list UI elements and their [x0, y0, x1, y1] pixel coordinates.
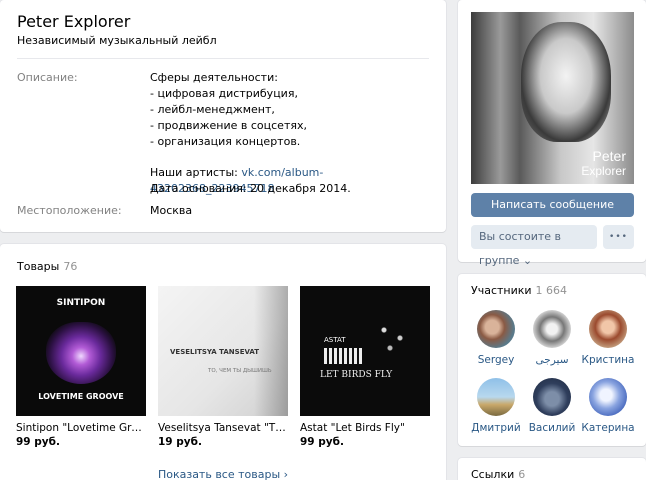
member-item[interactable]: Дмитрий: [468, 378, 524, 434]
cover-subtitle: ТО, ЧЕМ ТЫ ДЫШИШЬ: [208, 368, 272, 374]
product-price: 99 руб.: [300, 436, 344, 448]
description-line: - организация концертов.: [150, 135, 301, 148]
piano-keys-graphic: [324, 348, 362, 364]
description-line: - продвижение в соцсетях,: [150, 119, 307, 132]
avatar[interactable]: [533, 378, 571, 416]
avatar[interactable]: [533, 310, 571, 348]
member-item[interactable]: Sergey: [468, 310, 524, 366]
location-label: Местоположение:: [17, 204, 122, 217]
product-cover[interactable]: SINTIPON LOVETIME GROOVE: [16, 286, 146, 416]
links-card: Ссылки 6: [458, 458, 646, 480]
product-price: 99 руб.: [16, 436, 60, 448]
avatar[interactable]: [477, 310, 515, 348]
member-name[interactable]: Кристина: [580, 354, 636, 366]
avatar[interactable]: [477, 378, 515, 416]
member-item[interactable]: سیرجی: [524, 310, 580, 366]
cover-subtitle: LOVETIME GROOVE: [38, 392, 124, 401]
avatar-caption-peter: Peter: [592, 148, 626, 164]
product-name[interactable]: Sintipon "Lovetime Groove": [16, 422, 146, 434]
location-value: Москва: [150, 204, 193, 217]
product-item[interactable]: SINTIPON LOVETIME GROOVE Sintipon "Lovet…: [16, 286, 146, 448]
members-title: Участники: [471, 284, 532, 297]
description-label: Описание:: [17, 71, 78, 84]
cover-shade: [254, 286, 288, 416]
member-name[interactable]: Василий: [524, 422, 580, 434]
show-all-products-link[interactable]: Показать все товары ›: [0, 468, 446, 480]
group-name: Peter Explorer: [17, 12, 131, 31]
founded-date: Дата основания: 20 декабря 2014.: [150, 182, 351, 195]
product-cover[interactable]: VESELITSYA TANSEVAT ТО, ЧЕМ ТЫ ДЫШИШЬ: [158, 286, 288, 416]
description-line: Сферы деятельности:: [150, 71, 278, 84]
product-name[interactable]: Astat "Let Birds Fly": [300, 422, 430, 434]
product-price: 19 руб.: [158, 436, 202, 448]
product-cover[interactable]: ASTAT LET BIRDS FLY: [300, 286, 430, 416]
avatar[interactable]: [589, 378, 627, 416]
products-count: 76: [63, 260, 78, 273]
description-text: Сферы деятельности: - цифровая дистрибуц…: [150, 70, 307, 150]
description-line: - цифровая дистрибуция,: [150, 87, 298, 100]
membership-dropdown-button[interactable]: Вы состоите в группе ⌄: [471, 225, 597, 267]
member-name[interactable]: Дмитрий: [468, 422, 524, 434]
products-title: Товары: [17, 260, 60, 273]
cover-title: ASTAT: [324, 336, 346, 344]
links-title: Ссылки: [471, 468, 515, 480]
member-name[interactable]: Sergey: [468, 354, 524, 366]
group-avatar[interactable]: Peter Explorer: [471, 12, 634, 184]
products-header[interactable]: Товары 76: [17, 260, 77, 273]
birds-graphic: [372, 318, 412, 358]
cover-title: VESELITSYA TANSEVAT: [170, 348, 260, 356]
members-header[interactable]: Участники 1 664: [471, 284, 567, 297]
products-card: Товары 76 SINTIPON LOVETIME GROOVE Sintip…: [0, 244, 446, 480]
links-header[interactable]: Ссылки 6: [471, 468, 525, 480]
product-name[interactable]: Veselitsya Tansevat "То, чем ты дышишь": [158, 422, 288, 434]
member-item[interactable]: Василий: [524, 378, 580, 434]
product-item[interactable]: ASTAT LET BIRDS FLY Astat "Let Birds Fly…: [300, 286, 430, 448]
member-item[interactable]: Катерина: [580, 378, 636, 434]
artists-prefix: Наши артисты:: [150, 166, 242, 179]
links-count: 6: [518, 468, 526, 480]
avatar-caption-explorer: Explorer: [581, 164, 626, 178]
member-name[interactable]: سیرجی: [524, 354, 580, 366]
group-status: Независимый музыкальный лейбл: [17, 34, 217, 47]
group-avatar-card: Peter Explorer Написать сообщение Вы сос…: [458, 0, 646, 267]
divider: [17, 58, 429, 59]
member-name[interactable]: Катерина: [580, 422, 636, 434]
cover-glow: [46, 322, 116, 384]
cover-title: SINTIPON: [56, 298, 106, 308]
product-item[interactable]: VESELITSYA TANSEVAT ТО, ЧЕМ ТЫ ДЫШИШЬ Ve…: [158, 286, 288, 448]
send-message-button[interactable]: Написать сообщение: [471, 193, 634, 217]
members-card: Участники 1 664 Sergey سیرجی Кристина Дми…: [458, 274, 646, 446]
more-actions-button[interactable]: •••: [603, 225, 634, 249]
group-info-card: Peter Explorer Независимый музыкальный л…: [0, 0, 446, 232]
description-line: - лейбл-менеджмент,: [150, 103, 275, 116]
member-item[interactable]: Кристина: [580, 310, 636, 366]
cover-subtitle: LET BIRDS FLY: [320, 370, 393, 380]
members-count: 1 664: [535, 284, 568, 297]
avatar[interactable]: [589, 310, 627, 348]
avatar-portrait-shape: [521, 22, 611, 142]
